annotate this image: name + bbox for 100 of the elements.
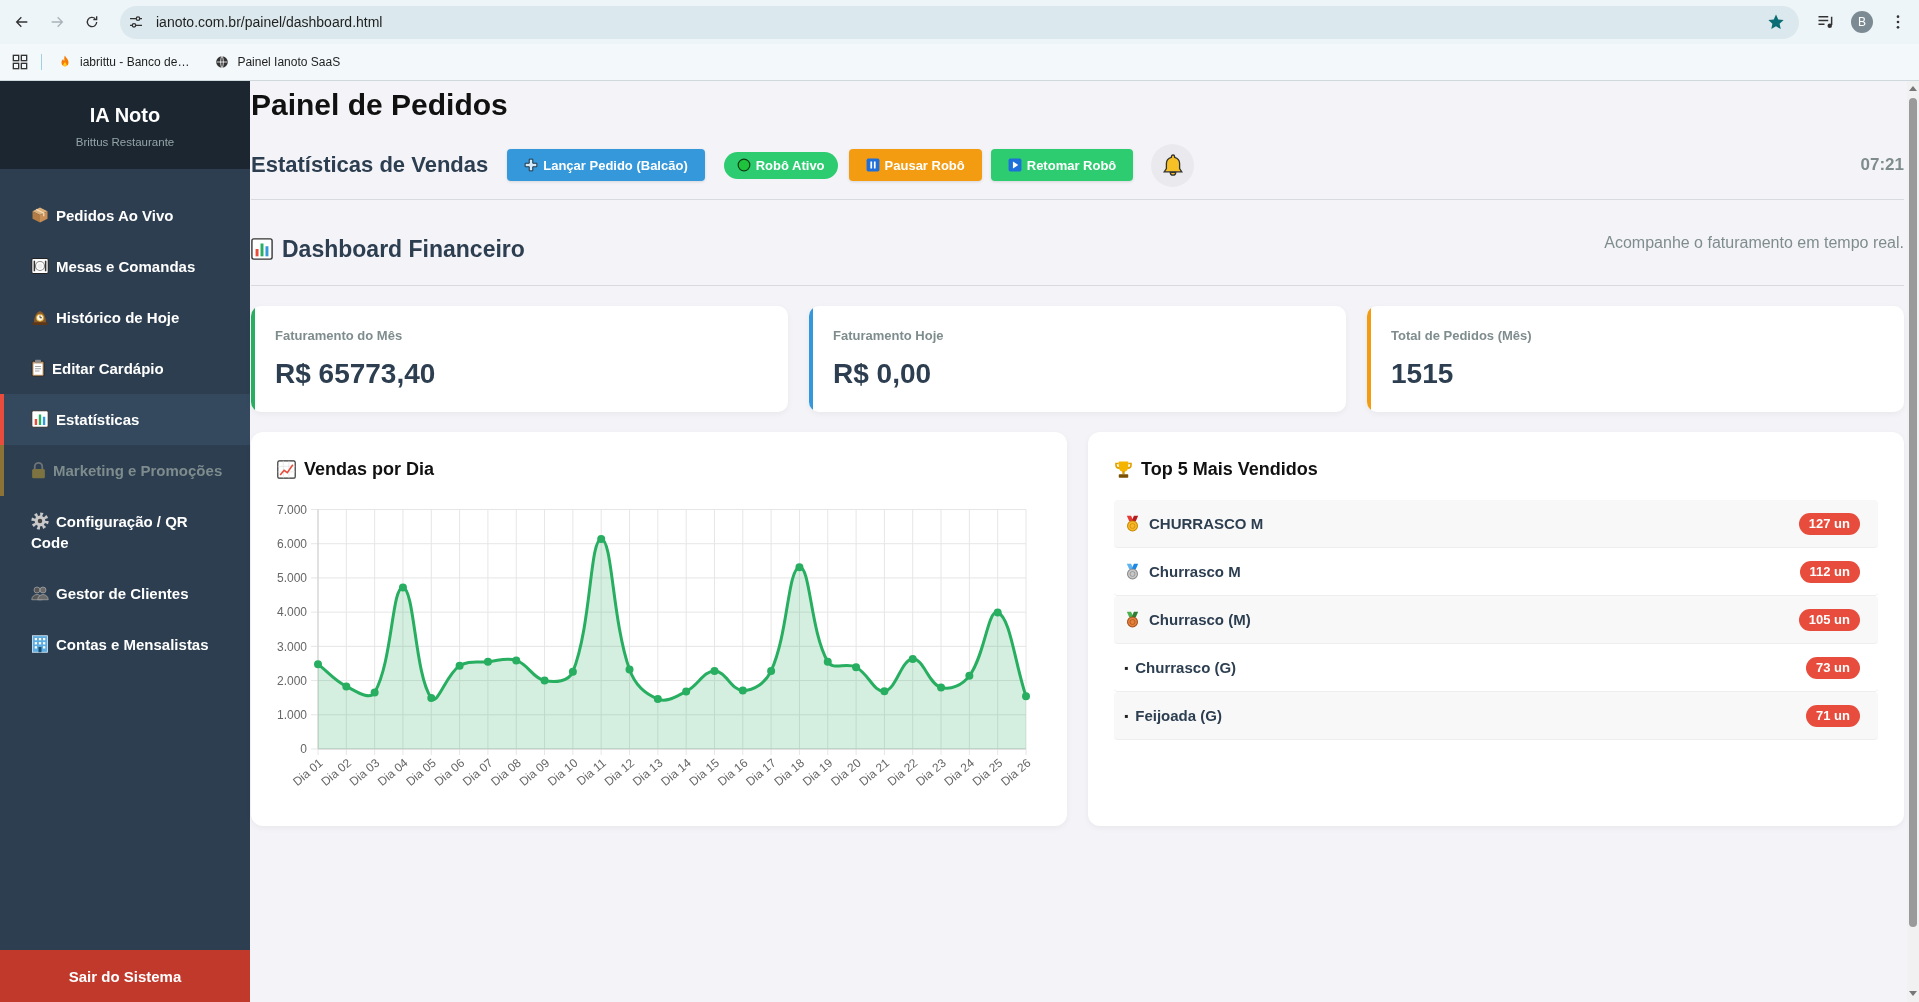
product-name: CHURRASCO M (1149, 515, 1265, 532)
list-marker: ▪ (1124, 660, 1129, 675)
data-point (597, 534, 606, 543)
data-point (738, 686, 747, 695)
office-building-icon (31, 635, 49, 653)
y-axis-label: 3.000 (276, 639, 307, 654)
nav-item[interactable]: Mesas e Comandas (0, 241, 250, 292)
nav-item[interactable]: Histórico de Hoje (0, 292, 250, 343)
quantity-badge: 105 un (1798, 608, 1860, 631)
quantity-badge: 73 un (1806, 656, 1860, 679)
dashboard-subtitle: Acompanhe o faturamento em tempo real. (1604, 234, 1904, 252)
media-queue-icon[interactable] (1817, 13, 1835, 31)
top-products-title: Top 5 Mais Vendidos (1141, 458, 1318, 480)
stat-label: Faturamento Hoje (833, 328, 944, 344)
data-point (682, 687, 691, 696)
medal-icon (1124, 515, 1141, 532)
data-point (908, 655, 917, 663)
data-point (1022, 692, 1030, 701)
y-axis-label: 7.000 (276, 502, 307, 517)
data-point (455, 661, 464, 670)
chart-title: Vendas por Dia (304, 458, 435, 480)
y-axis-label: 6.000 (276, 536, 307, 551)
data-point (880, 687, 889, 696)
quantity-badge: 112 un (1799, 560, 1860, 583)
medal-icon (1124, 563, 1141, 580)
bell-icon (1162, 154, 1183, 176)
stat-label: Faturamento do Mês (275, 328, 404, 344)
data-point (342, 682, 351, 691)
y-axis-label: 1.000 (276, 708, 307, 722)
trophy-icon (1114, 459, 1133, 479)
clock-time: 07:21 (1860, 155, 1904, 175)
bar-chart-icon (251, 238, 273, 260)
gear-icon (31, 512, 49, 530)
data-point (795, 563, 804, 572)
data-point (540, 676, 549, 685)
y-axis-label: 0 (300, 742, 307, 757)
stat-value: R$ 0,00 (833, 357, 933, 391)
stat-label: Total de Pedidos (Mês) (1391, 328, 1532, 344)
product-name: Churrasco M (1149, 563, 1242, 580)
stat-value: R$ 65773,40 (275, 357, 436, 391)
bar-chart-icon (31, 410, 49, 428)
pause-icon (865, 158, 880, 172)
data-point (965, 671, 974, 680)
apps-grid-icon[interactable] (12, 54, 28, 70)
package-icon (31, 206, 49, 224)
status-dot-icon (736, 158, 751, 172)
bookmark-link[interactable]: Painel Ianoto SaaS (215, 55, 341, 69)
clock-icon (31, 308, 49, 326)
product-name: Churrasco (M) (1149, 611, 1252, 628)
nav-item[interactable]: Gestor de Clientes (0, 568, 250, 619)
data-point (398, 583, 407, 592)
play-icon (1007, 158, 1022, 172)
data-point (937, 683, 946, 692)
bookmark-star-icon[interactable] (1767, 13, 1785, 31)
data-point (852, 663, 861, 672)
medal-icon (1124, 611, 1141, 628)
brand-name: IA Noto (89, 103, 161, 127)
globe-icon (215, 55, 230, 69)
data-point (370, 688, 379, 697)
back-icon[interactable] (14, 14, 30, 30)
quantity-badge: 127 un (1798, 512, 1860, 535)
dashboard-title: Dashboard Financeiro (282, 235, 525, 263)
reload-icon[interactable] (84, 14, 100, 30)
data-point (993, 608, 1002, 617)
nav-item[interactable]: Estatísticas (0, 394, 250, 445)
data-point (427, 694, 436, 702)
people-icon (31, 584, 49, 602)
nav-item[interactable]: Contas e Mensalistas (0, 619, 250, 670)
y-axis-label: 5.000 (276, 571, 307, 586)
plate-cutlery-icon (31, 257, 49, 275)
bookmark-link[interactable]: iabrittu - Banco de… (58, 55, 190, 69)
logout-button[interactable]: Sair do Sistema (0, 950, 250, 1002)
data-point (653, 695, 662, 704)
section-title: Estatísticas de Vendas (251, 152, 489, 178)
data-point (710, 667, 719, 675)
data-point (483, 657, 492, 666)
quantity-badge: 71 un (1806, 704, 1860, 727)
data-point (568, 667, 577, 676)
data-point (314, 660, 322, 669)
scrollbar[interactable] (1907, 81, 1919, 1002)
data-point (823, 657, 832, 666)
plus-icon (524, 158, 539, 172)
nav-item[interactable]: Configuração / QR Code (0, 496, 250, 568)
nav-item[interactable]: Pedidos Ao Vivo (0, 190, 250, 241)
clipboard-icon (31, 359, 45, 377)
product-name: Feijoada (G) (1135, 707, 1223, 724)
data-point (625, 665, 634, 674)
lock-icon (31, 461, 46, 479)
y-axis-label: 4.000 (276, 605, 307, 620)
address-field[interactable]: ianoto.com.br/painel/dashboard.html (120, 5, 1799, 39)
line-chart-icon (277, 459, 296, 479)
list-marker: ▪ (1124, 708, 1129, 723)
profile-avatar[interactable]: B (1851, 11, 1873, 33)
site-info-icon[interactable] (128, 14, 144, 30)
product-name: Churrasco (G) (1135, 659, 1238, 676)
page-title: Painel de Pedidos (251, 87, 509, 123)
stat-value: 1515 (1391, 357, 1455, 391)
restaurant-name: Brittus Restaurante (75, 135, 175, 150)
data-point (767, 667, 776, 675)
nav-item[interactable]: Editar Cardápio (0, 343, 250, 394)
